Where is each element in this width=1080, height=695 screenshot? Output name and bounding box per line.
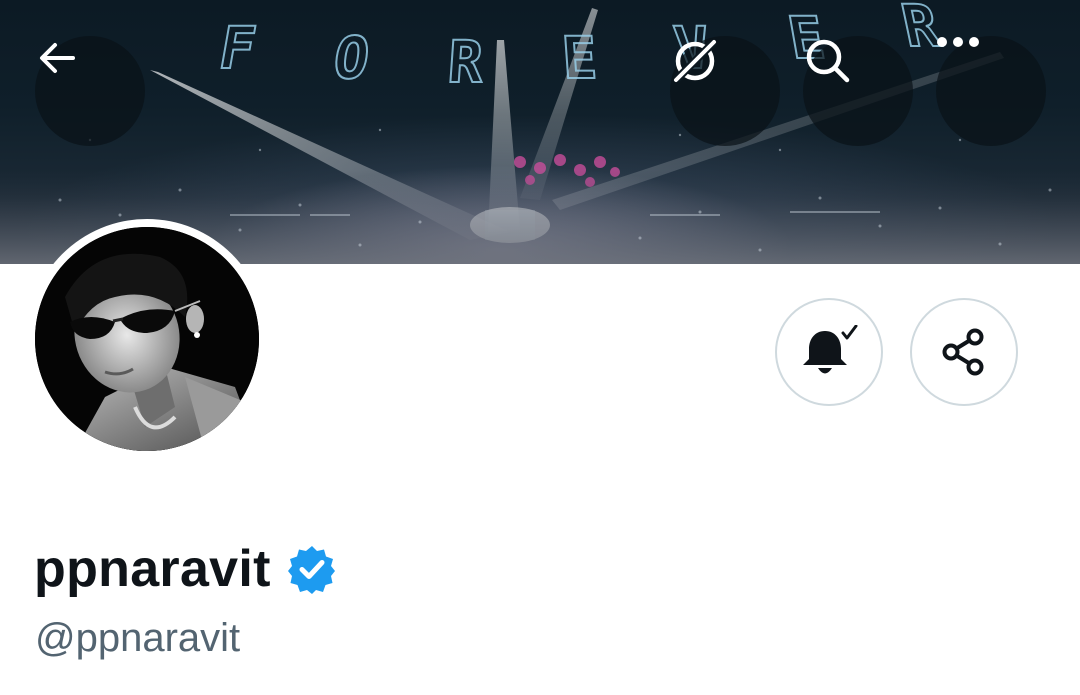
notifications-button[interactable] <box>775 298 883 406</box>
share-button[interactable] <box>910 298 1018 406</box>
display-name-row: ppnaravit <box>34 536 337 602</box>
avatar-image <box>35 227 259 451</box>
username-handle: @ppnaravit <box>35 616 241 660</box>
grok-icon <box>673 39 717 83</box>
search-icon <box>806 39 850 83</box>
grok-button[interactable] <box>670 36 780 146</box>
banner-letter: R <box>895 0 948 61</box>
display-name: ppnaravit <box>34 540 271 598</box>
banner-letter: F <box>213 13 264 83</box>
more-button[interactable] <box>936 36 1046 146</box>
search-button[interactable] <box>803 36 913 146</box>
more-horizontal-icon <box>937 37 979 47</box>
bell-check-icon <box>803 325 858 374</box>
avatar[interactable] <box>27 219 267 459</box>
banner-letter: E <box>558 23 602 93</box>
verified-badge-icon[interactable] <box>287 544 337 594</box>
share-icon <box>942 328 984 376</box>
banner-letter: R <box>444 27 488 97</box>
arrow-left-icon <box>40 43 75 73</box>
back-button[interactable] <box>35 36 145 146</box>
